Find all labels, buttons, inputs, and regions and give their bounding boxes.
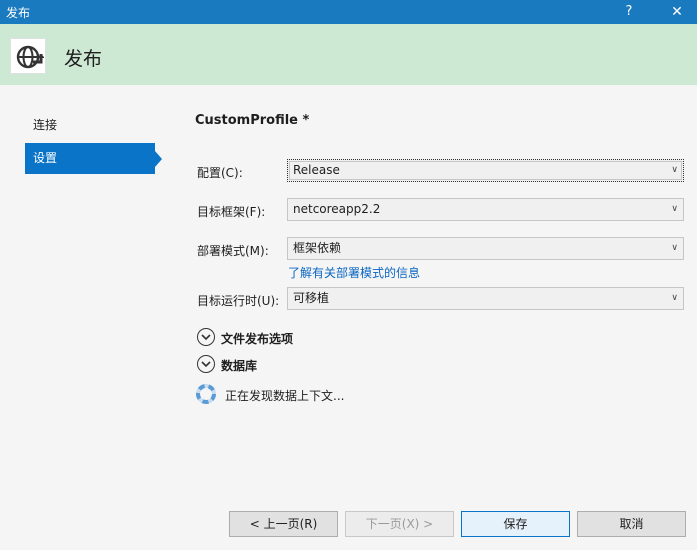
close-button[interactable]: ✕ xyxy=(662,0,692,24)
title-bar: 发布 ? ✕ xyxy=(0,0,697,24)
save-button[interactable]: 保存 xyxy=(461,511,570,537)
chevron-down-icon: ∨ xyxy=(671,204,678,214)
target-runtime-select[interactable]: 可移植 ∨ xyxy=(287,287,684,310)
wizard-header: 发布 xyxy=(0,24,697,85)
expand-chevron-icon[interactable] xyxy=(197,355,215,373)
chevron-down-icon: ∨ xyxy=(671,293,678,303)
target-framework-select[interactable]: netcoreapp2.2 ∨ xyxy=(287,198,684,221)
deployment-mode-select[interactable]: 框架依赖 ∨ xyxy=(287,237,684,260)
wizard-nav: 连接 设置 xyxy=(25,110,165,176)
globe-publish-icon xyxy=(10,38,46,74)
loading-spinner-icon xyxy=(195,383,217,405)
target-framework-label: 目标框架(F): xyxy=(197,205,266,219)
target-runtime-value: 可移植 xyxy=(293,291,330,305)
configuration-select[interactable]: Release ∨ xyxy=(287,159,684,182)
deployment-mode-label: 部署模式(M): xyxy=(197,244,269,258)
window-title: 发布 xyxy=(6,6,31,20)
profile-name: CustomProfile * xyxy=(195,113,310,128)
previous-button[interactable]: < 上一页(R) xyxy=(229,511,338,537)
target-runtime-label: 目标运行时(U): xyxy=(197,294,280,308)
nav-item-connection[interactable]: 连接 xyxy=(25,110,155,141)
file-publish-options-label: 文件发布选项 xyxy=(221,332,294,346)
page-title: 发布 xyxy=(64,48,103,70)
chevron-down-icon: ∨ xyxy=(671,243,678,253)
target-framework-value: netcoreapp2.2 xyxy=(293,202,381,216)
databases-label: 数据库 xyxy=(221,359,258,373)
deployment-mode-info-link[interactable]: 了解有关部署模式的信息 xyxy=(288,264,420,281)
deployment-mode-value: 框架依赖 xyxy=(293,241,342,255)
chevron-down-icon: ∨ xyxy=(671,165,678,175)
configuration-value: Release xyxy=(293,163,340,177)
next-button[interactable]: 下一页(X) > xyxy=(345,511,454,537)
status-text: 正在发现数据上下文... xyxy=(225,389,345,403)
cancel-button[interactable]: 取消 xyxy=(577,511,686,537)
help-button[interactable]: ? xyxy=(614,0,644,24)
expand-chevron-icon[interactable] xyxy=(197,328,215,346)
configuration-label: 配置(C): xyxy=(197,166,243,180)
nav-item-settings[interactable]: 设置 xyxy=(25,143,162,174)
